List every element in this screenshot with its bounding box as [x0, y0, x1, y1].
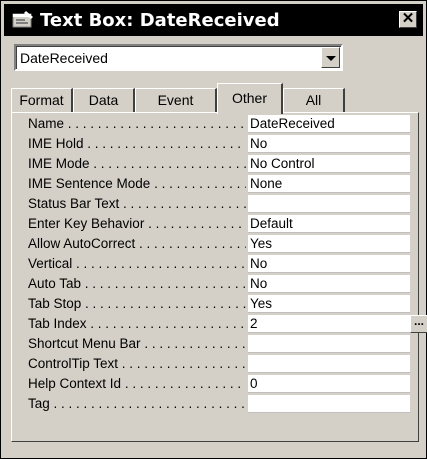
- property-label: Status Bar Text . . . . . . . . . . . . …: [28, 196, 246, 211]
- property-value-field[interactable]: [248, 355, 410, 373]
- property-value-field[interactable]: Yes: [248, 235, 410, 253]
- property-value-field[interactable]: No: [248, 255, 410, 273]
- chevron-down-icon[interactable]: [321, 47, 340, 68]
- property-sheet: Name . . . . . . . . . . . . . . . . . .…: [11, 112, 427, 442]
- builder-button[interactable]: ...: [410, 315, 427, 333]
- title-bar[interactable]: Text Box: DateReceived ✕: [4, 4, 423, 36]
- property-row-ime-hold[interactable]: IME Hold . . . . . . . . . . . . . . . .…: [28, 135, 410, 153]
- property-label: ControlTip Text . . . . . . . . . . . . …: [28, 356, 246, 371]
- property-value-field[interactable]: Yes: [248, 295, 410, 313]
- property-value-field[interactable]: [248, 395, 410, 413]
- property-row-tab-index[interactable]: Tab Index . . . . . . . . . . . . . . . …: [28, 315, 427, 333]
- property-row-allow-autocorrect[interactable]: Allow AutoCorrect . . . . . . . . . . . …: [28, 235, 410, 253]
- tab-other[interactable]: Other: [217, 83, 283, 114]
- property-label: Auto Tab . . . . . . . . . . . . . . . .…: [28, 276, 246, 291]
- property-value-field[interactable]: None: [248, 175, 410, 193]
- property-label: Tab Index . . . . . . . . . . . . . . . …: [28, 316, 246, 331]
- property-value-field[interactable]: [248, 195, 410, 213]
- property-label: IME Mode . . . . . . . . . . . . . . . .…: [28, 156, 246, 171]
- object-selector-dropdown[interactable]: DateReceived: [14, 44, 343, 71]
- properties-window: Text Box: DateReceived ✕ DateReceived Fo…: [0, 0, 427, 459]
- property-row-controltip-text[interactable]: ControlTip Text . . . . . . . . . . . . …: [28, 355, 410, 373]
- property-row-status-bar-text[interactable]: Status Bar Text . . . . . . . . . . . . …: [28, 195, 410, 213]
- property-row-enter-key-behavior[interactable]: Enter Key Behavior . . . . . . . . . . .…: [28, 215, 410, 233]
- object-selector-value: DateReceived: [20, 50, 108, 66]
- tab-all[interactable]: All: [283, 88, 345, 112]
- property-row-ime-mode[interactable]: IME Mode . . . . . . . . . . . . . . . .…: [28, 155, 410, 173]
- property-label: Shortcut Menu Bar . . . . . . . . . . . …: [28, 336, 246, 351]
- text-box-properties-icon: [12, 11, 33, 28]
- tab-format[interactable]: Format: [11, 88, 73, 112]
- property-row-vertical[interactable]: Vertical . . . . . . . . . . . . . . . .…: [28, 255, 410, 273]
- property-value-field[interactable]: 2: [248, 315, 410, 333]
- property-value-field[interactable]: DateReceived: [248, 115, 410, 133]
- property-value-field[interactable]: No: [248, 135, 410, 153]
- property-row-shortcut-menu-bar[interactable]: Shortcut Menu Bar . . . . . . . . . . . …: [28, 335, 410, 353]
- close-icon: ✕: [401, 10, 415, 27]
- property-label: Enter Key Behavior . . . . . . . . . . .…: [28, 216, 246, 231]
- property-value-field[interactable]: 0: [248, 375, 410, 393]
- window-title: Text Box: DateReceived: [40, 10, 280, 31]
- property-label: Name . . . . . . . . . . . . . . . . . .…: [28, 116, 246, 131]
- property-row-tag[interactable]: Tag . . . . . . . . . . . . . . . . . . …: [28, 395, 410, 413]
- property-label: IME Sentence Mode . . . . . . . . . . . …: [28, 176, 246, 191]
- property-value-field[interactable]: Default: [248, 215, 410, 233]
- property-row-name[interactable]: Name . . . . . . . . . . . . . . . . . .…: [28, 115, 410, 133]
- property-tabs: Format Data Event Other All: [11, 83, 421, 114]
- property-label: IME Hold . . . . . . . . . . . . . . . .…: [28, 136, 246, 151]
- property-label: Help Context Id . . . . . . . . . . . . …: [28, 376, 246, 391]
- property-value-field[interactable]: [248, 335, 410, 353]
- property-label: Tag . . . . . . . . . . . . . . . . . . …: [28, 396, 246, 411]
- tab-data[interactable]: Data: [73, 88, 135, 112]
- tab-event[interactable]: Event: [135, 88, 217, 112]
- property-row-ime-sentence-mode[interactable]: IME Sentence Mode . . . . . . . . . . . …: [28, 175, 410, 193]
- property-label: Allow AutoCorrect . . . . . . . . . . . …: [28, 236, 246, 251]
- property-value-field[interactable]: No Control: [248, 155, 410, 173]
- property-row-help-context-id[interactable]: Help Context Id . . . . . . . . . . . . …: [28, 375, 410, 393]
- property-label: Vertical . . . . . . . . . . . . . . . .…: [28, 256, 246, 271]
- close-button[interactable]: ✕: [399, 11, 417, 28]
- property-row-tab-stop[interactable]: Tab Stop . . . . . . . . . . . . . . . .…: [28, 295, 410, 313]
- property-label: Tab Stop . . . . . . . . . . . . . . . .…: [28, 296, 246, 311]
- property-row-auto-tab[interactable]: Auto Tab . . . . . . . . . . . . . . . .…: [28, 275, 410, 293]
- property-value-field[interactable]: No: [248, 275, 410, 293]
